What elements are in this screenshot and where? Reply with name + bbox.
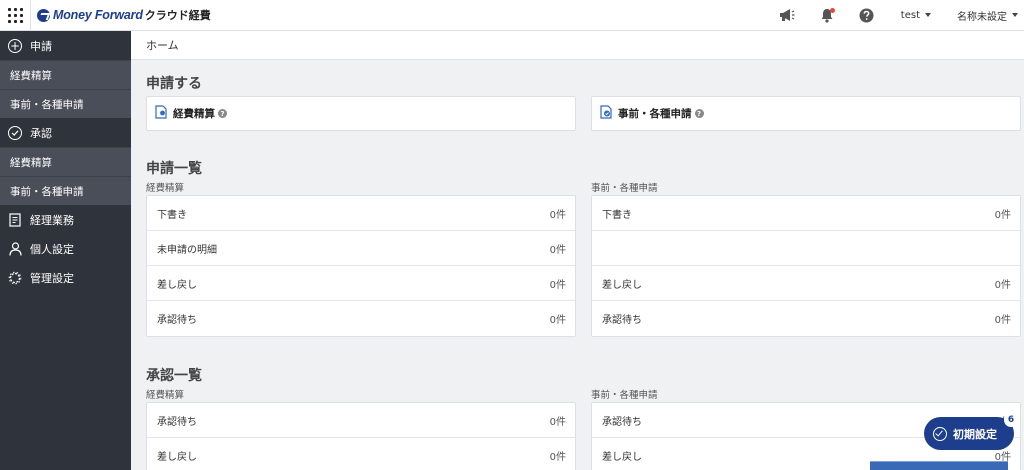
approval-list-title: 承認一覧	[146, 368, 202, 384]
sidebar-subitem-label: 経費精算	[10, 69, 52, 82]
row-count: 0件	[549, 244, 566, 256]
sidebar-item-label: 申請	[30, 39, 52, 53]
gear-icon	[8, 271, 22, 285]
sidebar-item-label: 管理設定	[30, 271, 74, 285]
list-row-unapplied[interactable]: 未申請の明細 0件	[147, 231, 575, 266]
row-label: 差し戻し	[157, 452, 197, 463]
sidebar-item-accounting[interactable]: 経理業務	[0, 205, 131, 234]
column-label: 事前・各種申請	[591, 183, 658, 194]
sidebar-subitem-apply-expense[interactable]: 経費精算	[0, 60, 131, 89]
list-row-returned[interactable]: 差し戻し 0件	[147, 438, 575, 470]
plus-circle-icon: +	[8, 38, 22, 53]
initial-setup-label: 初期設定	[953, 427, 997, 441]
application-requests-list: 下書き 0件 差し戻し 0件 承認待ち 0件	[591, 195, 1021, 337]
logo-product: クラウド経費	[144, 9, 211, 22]
row-label: 差し戻し	[602, 452, 642, 463]
request-document-icon	[600, 105, 612, 122]
column-label: 事前・各種申請	[591, 390, 658, 401]
row-count: 0件	[549, 452, 566, 463]
list-row-draft[interactable]: 下書き 0件	[592, 196, 1020, 231]
row-count: 0件	[994, 315, 1011, 326]
logo-mark-icon	[37, 8, 50, 22]
office-name: 名称未設定	[957, 11, 1007, 23]
application-expense-list: 下書き 0件 未申請の明細 0件 差し戻し 0件 承認待ち 0件	[146, 195, 576, 337]
office-menu[interactable]: 名称未設定	[957, 8, 1018, 23]
sidebar-subitem-approve-requests[interactable]: 事前・各種申請	[0, 176, 131, 205]
row-label: 差し戻し	[602, 279, 642, 291]
grid-icon	[7, 7, 23, 23]
list-row-returned[interactable]: 差し戻し 0件	[147, 266, 575, 301]
list-row-pending[interactable]: 承認待ち 0件	[592, 301, 1020, 336]
row-count: 0件	[994, 209, 1011, 221]
row-count: 0件	[549, 209, 566, 221]
sidebar-subitem-apply-requests[interactable]: 事前・各種申請	[0, 89, 131, 118]
apply-requests-card[interactable]: 事前・各種申請 ?	[591, 96, 1021, 131]
list-row-pending[interactable]: 承認待ち 0件	[147, 301, 575, 336]
column-label: 経費精算	[146, 390, 185, 401]
list-row-empty	[592, 231, 1020, 266]
row-count: 0件	[994, 279, 1011, 291]
help-icon	[859, 8, 874, 22]
main-content: ホーム 申請する 経費精算 ? 事前・各種申請 ? 申請一覧 経費精算 事前・各…	[131, 31, 1024, 470]
logo[interactable]: Money Forward クラウド経費	[37, 7, 211, 23]
row-label: 承認待ち	[602, 416, 642, 428]
application-list-title: 申請一覧	[146, 161, 202, 177]
list-row-draft[interactable]: 下書き 0件	[147, 196, 575, 231]
person-icon	[8, 241, 22, 256]
help-button[interactable]	[847, 0, 887, 31]
row-count: 0件	[549, 315, 566, 326]
sidebar: + 申請 経費精算 事前・各種申請 承認 経費精算 事前・各種申請 経理業務 個…	[0, 31, 131, 470]
apply-section-title: 申請する	[146, 76, 202, 92]
breadcrumb: ホーム	[131, 31, 1024, 60]
sidebar-subitem-approve-expense[interactable]: 経費精算	[0, 147, 131, 176]
top-header: Money Forward クラウド経費 test 名称未設定	[0, 0, 1024, 31]
promo-banner[interactable]	[870, 461, 1008, 470]
row-count: 0件	[549, 416, 566, 428]
user-name: test	[900, 9, 920, 21]
row-label: 下書き	[157, 209, 187, 221]
apply-expense-card[interactable]: 経費精算 ?	[146, 96, 576, 131]
initial-setup-badge: 6	[1004, 413, 1018, 427]
row-label: 承認待ち	[157, 315, 197, 326]
approval-expense-list: 承認待ち 0件 差し戻し 0件	[146, 402, 576, 470]
check-circle-icon	[8, 125, 22, 140]
sidebar-item-personal-settings[interactable]: 個人設定	[0, 234, 131, 263]
list-row-pending[interactable]: 承認待ち 0件	[147, 403, 575, 438]
notification-button[interactable]	[807, 0, 847, 31]
chevron-down-icon	[925, 13, 931, 17]
apply-card-label: 事前・各種申請	[618, 108, 692, 120]
expense-document-icon	[155, 105, 167, 122]
announcement-button[interactable]	[767, 0, 807, 31]
chevron-down-icon	[1012, 13, 1018, 17]
sidebar-subitem-label: 経費精算	[10, 156, 52, 169]
list-row-returned[interactable]: 差し戻し 0件	[592, 266, 1020, 301]
row-label: 未申請の明細	[157, 244, 217, 256]
user-menu[interactable]: test	[901, 10, 931, 21]
row-count: 0件	[549, 279, 566, 291]
sidebar-item-label: 経理業務	[30, 213, 74, 227]
row-label: 承認待ち	[602, 315, 642, 326]
sidebar-subitem-label: 事前・各種申請	[10, 98, 84, 111]
breadcrumb-home[interactable]: ホーム	[146, 37, 179, 53]
notification-dot	[829, 7, 835, 13]
column-label: 経費精算	[146, 183, 185, 194]
row-label: 承認待ち	[157, 416, 197, 428]
app-switcher-button[interactable]	[0, 0, 31, 31]
row-label: 下書き	[602, 209, 632, 221]
row-label: 差し戻し	[157, 279, 197, 291]
help-icon[interactable]: ?	[694, 109, 704, 118]
document-list-icon	[8, 212, 22, 227]
sidebar-item-label: 承認	[30, 126, 52, 140]
help-icon[interactable]: ?	[218, 109, 227, 118]
check-circle-icon	[933, 426, 947, 441]
sidebar-item-apply[interactable]: + 申請	[0, 31, 131, 60]
sidebar-item-approve[interactable]: 承認	[0, 118, 131, 147]
megaphone-icon	[779, 9, 795, 21]
sidebar-item-admin-settings[interactable]: 管理設定	[0, 263, 131, 292]
sidebar-item-label: 個人設定	[30, 242, 74, 256]
sidebar-subitem-label: 事前・各種申請	[10, 185, 84, 198]
logo-brand: Money Forward	[53, 8, 143, 22]
apply-card-label: 経費精算	[173, 108, 215, 120]
initial-setup-button[interactable]: 初期設定	[924, 417, 1014, 450]
